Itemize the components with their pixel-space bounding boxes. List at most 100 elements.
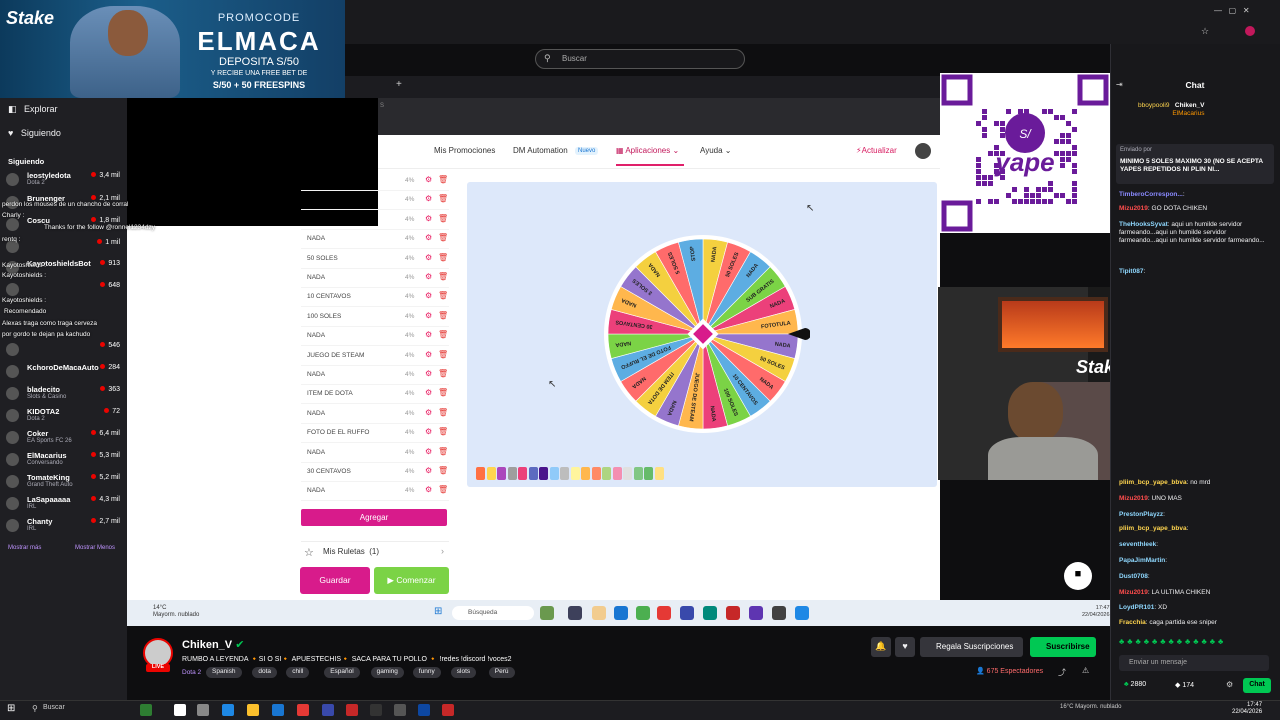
color-swatch[interactable] (476, 467, 485, 480)
tab-mis-promociones[interactable]: Mis Promociones (434, 146, 495, 155)
settings-icon[interactable]: ⚙ (425, 330, 432, 339)
chat-username[interactable]: pliim_bcp_yape_bbva (1119, 479, 1187, 486)
os-taskbar-app-icon[interactable] (346, 704, 358, 716)
os-search[interactable]: Buscar (27, 704, 127, 717)
prize-row[interactable]: NADA 4% ⚙ 🗑 (301, 327, 449, 347)
prize-row[interactable]: 4% ⚙ 🗑 (301, 172, 449, 191)
sidebar-channel[interactable]: LaSapaaaaa IRL 4,3 mil (6, 494, 124, 516)
stream-tag[interactable]: gaming (370, 667, 404, 678)
prize-row[interactable]: 4% ⚙ 🗑 (301, 211, 449, 230)
chat-username[interactable]: Dust0708 (1119, 573, 1148, 580)
stream-tag[interactable]: Perú (488, 667, 515, 678)
settings-icon[interactable]: ⚙ (425, 272, 432, 281)
color-swatch[interactable] (528, 467, 538, 480)
color-swatches[interactable] (473, 465, 665, 482)
user-avatar[interactable] (915, 143, 931, 159)
sidebar-channel[interactable]: leostyledota Dota 2 3,4 mil (6, 170, 124, 192)
color-swatch[interactable] (518, 467, 527, 480)
color-swatch[interactable] (644, 467, 653, 480)
color-swatch[interactable] (560, 467, 569, 480)
streamer-name[interactable]: Chiken_V ✔ (182, 638, 244, 651)
os-taskbar-app-icon[interactable] (370, 704, 382, 716)
collapse-icon[interactable]: ⇥ (1116, 80, 1123, 89)
color-swatch[interactable] (497, 467, 506, 480)
sidebar-channel[interactable]: TomateKing Grand Theft Auto 5,2 mil (6, 472, 124, 494)
color-swatch[interactable] (570, 467, 580, 480)
prize-row[interactable]: 50 SOLES 4% ⚙ 🗑 (301, 250, 449, 269)
chat-username[interactable]: TimberoCorrespon... (1119, 191, 1183, 198)
settings-icon[interactable]: ⚙ (425, 253, 432, 262)
trash-icon[interactable]: 🗑 (438, 330, 448, 339)
star-icon[interactable]: ☆ (1201, 26, 1209, 37)
prize-row[interactable]: NADA 4% ⚙ 🗑 (301, 444, 449, 463)
os-taskbar-app-icon[interactable] (297, 704, 309, 716)
channel-points[interactable]: ♣ 2880 (1124, 681, 1146, 688)
os-taskbar-app-icon[interactable] (322, 704, 334, 716)
trash-icon[interactable]: 🗑 (438, 291, 448, 300)
settings-icon[interactable]: ⚙ (425, 194, 432, 203)
os-taskbar-app-icon[interactable] (418, 704, 430, 716)
trash-icon[interactable]: 🗑 (438, 194, 448, 203)
settings-icon[interactable]: ⚙ (425, 408, 432, 417)
guardar-button[interactable]: Guardar (300, 567, 370, 594)
settings-icon[interactable]: ⚙ (1226, 680, 1233, 689)
trash-icon[interactable]: 🗑 (438, 369, 448, 378)
nav-explore[interactable]: ◧ Explorar (8, 104, 58, 115)
chat-username[interactable]: TheHooksSyvat (1119, 221, 1168, 228)
settings-icon[interactable]: ⚙ (425, 350, 432, 359)
tab-aplicaciones[interactable]: ▦ Aplicaciones ⌄ (616, 146, 679, 155)
settings-icon[interactable]: ⚙ (425, 485, 432, 494)
windows-start-icon[interactable]: ⊞ (7, 703, 15, 714)
bell-icon[interactable]: 🔔 (871, 637, 891, 657)
new-tab-icon[interactable]: + (396, 79, 402, 90)
trash-icon[interactable]: 🗑 (438, 272, 448, 281)
nav-following[interactable]: ♥ Siguiendo (8, 128, 61, 138)
color-swatch[interactable] (539, 467, 548, 480)
trash-icon[interactable]: 🗑 (438, 175, 448, 184)
prize-row[interactable]: NADA 4% ⚙ 🗑 (301, 405, 449, 424)
stream-tag[interactable]: Spanish (206, 667, 242, 678)
trash-icon[interactable]: 🗑 (438, 214, 448, 223)
trash-icon[interactable]: 🗑 (438, 233, 448, 242)
actualizar-button[interactable]: ⚡Actualizar (856, 146, 897, 155)
color-swatch[interactable] (612, 467, 622, 480)
chat-username[interactable]: Mizu2019 (1119, 205, 1148, 212)
taskbar-app-icon[interactable] (772, 606, 786, 620)
profile-avatar[interactable] (1245, 26, 1255, 36)
chat-username[interactable]: PapaJimMartin (1119, 557, 1165, 564)
settings-icon[interactable]: ⚙ (425, 369, 432, 378)
trash-icon[interactable]: 🗑 (438, 408, 448, 417)
search-input[interactable]: ⚲ Buscar (535, 49, 745, 69)
chat-bubble-button[interactable]: ■ (1064, 562, 1092, 590)
taskbar-app-icon[interactable] (749, 606, 763, 620)
stream-tag[interactable]: slots (450, 667, 477, 678)
chat-username[interactable]: seventhleek (1119, 541, 1156, 548)
report-icon[interactable]: ⚠ (1082, 666, 1089, 675)
color-swatch[interactable] (633, 467, 643, 480)
taskbar-app-icon[interactable] (657, 606, 671, 620)
sidebar-channel[interactable]: KchoroDeMacaAuto 284 (6, 362, 124, 384)
os-taskbar-app-icon[interactable] (197, 704, 209, 716)
color-swatch[interactable] (549, 467, 559, 480)
prize-row[interactable]: NADA 4% ⚙ 🗑 (301, 366, 449, 385)
color-swatch[interactable] (623, 467, 632, 480)
trash-icon[interactable]: 🗑 (438, 447, 448, 456)
stream-tag[interactable]: funny (412, 667, 441, 678)
sidebar-channel[interactable]: KIDOTA2 Dota 2 72 (6, 406, 124, 428)
taskbar-app-icon[interactable] (614, 606, 628, 620)
prize-row[interactable]: 30 CENTAVOS 4% ⚙ 🗑 (301, 463, 449, 482)
chat-username[interactable]: PrestonPlayzz (1119, 511, 1163, 518)
os-taskbar-app-icon[interactable] (222, 704, 234, 716)
taskbar-app-icon[interactable] (680, 606, 694, 620)
sidebar-channel[interactable]: ElMacarius Conversando 5,3 mil (6, 450, 124, 472)
chat-username[interactable]: pliim_bcp_yape_bbva (1119, 525, 1187, 532)
prize-row[interactable]: FOTO DE EL RUFFO 4% ⚙ 🗑 (301, 424, 449, 444)
chat-username[interactable]: Tipit087 (1119, 268, 1143, 275)
settings-icon[interactable]: ⚙ (425, 388, 432, 397)
sidebar-channel[interactable]: bladecito Slots & Casino 363 (6, 384, 124, 406)
settings-icon[interactable]: ⚙ (425, 466, 432, 475)
prize-row[interactable]: JUEGO DE STEAM 4% ⚙ 🗑 (301, 347, 449, 366)
share-icon[interactable]: ⤴ (1058, 667, 1066, 678)
taskbar-app-icon[interactable] (703, 606, 717, 620)
color-swatch[interactable] (507, 467, 517, 480)
